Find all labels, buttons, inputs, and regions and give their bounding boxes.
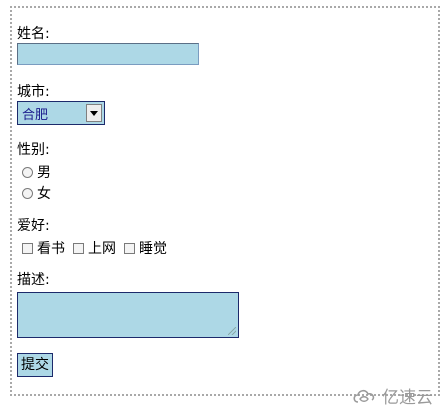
submit-button[interactable]: 提交 [17,353,53,377]
radio-button[interactable] [22,187,33,199]
gender-option-label: 男 [37,165,51,181]
gender-option-male[interactable]: 男 [22,162,51,182]
hobby-option-reading[interactable]: 看书 [22,238,65,258]
gender-option-female[interactable]: 女 [22,183,51,203]
hobby-option-label: 上网 [88,241,116,257]
hobby-option-label: 睡觉 [139,241,167,257]
watermark-text: 亿速云 [382,388,433,408]
checkbox[interactable] [73,242,84,254]
name-label: 姓名: [17,26,50,42]
dropdown-button[interactable] [86,104,102,122]
hobby-options: 看书 上网 睡觉 [22,238,175,258]
watermark: 亿速云 [351,383,433,408]
gender-label: 性别: [17,142,50,158]
city-select[interactable]: 合肥 [17,101,105,125]
resize-grip-icon[interactable] [228,327,236,335]
chevron-down-icon [90,110,98,116]
checkbox[interactable] [124,242,135,254]
hobby-label: 爱好: [17,218,50,234]
radio-button[interactable] [22,166,33,178]
cloud-logo-icon [353,389,375,403]
description-label: 描述: [17,272,50,288]
description-textarea[interactable] [17,292,239,338]
hobby-option-internet[interactable]: 上网 [73,238,116,258]
page: 姓名: 城市: 合肥 性别: 男 女 爱好: 看书 上网 睡觉 描述: 提交 亿… [0,0,443,416]
city-select-value: 合肥 [22,107,49,123]
gender-option-label: 女 [37,186,51,202]
city-label: 城市: [17,84,50,100]
hobby-option-sleep[interactable]: 睡觉 [124,238,167,258]
checkbox[interactable] [22,242,33,254]
name-input[interactable] [17,43,199,65]
hobby-option-label: 看书 [37,241,65,257]
